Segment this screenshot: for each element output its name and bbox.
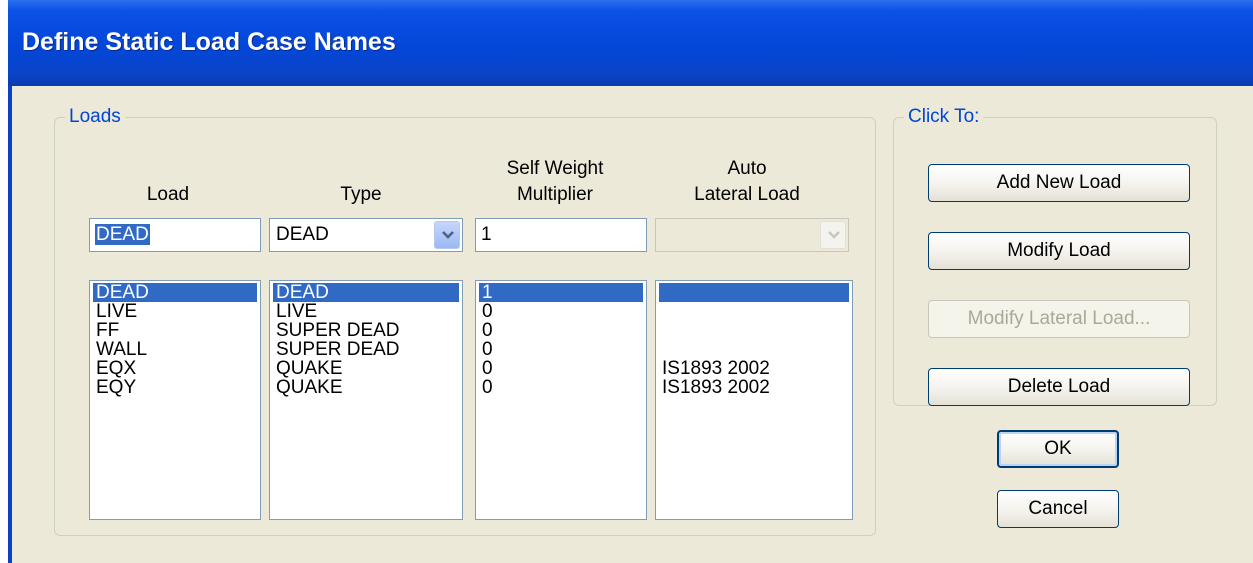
dialog-window: Define Static Load Case Names Loads Load… bbox=[8, 0, 1253, 563]
load-list-item[interactable]: FF bbox=[93, 321, 257, 340]
auto-lateral-list[interactable]: IS1893 2002 IS1893 2002 bbox=[655, 280, 853, 520]
chevron-down-icon bbox=[820, 221, 846, 249]
auto-lateral-load-combo bbox=[655, 218, 849, 252]
type-list-item[interactable]: SUPER DEAD bbox=[273, 340, 459, 359]
column-header-load: Load bbox=[146, 184, 190, 205]
load-list[interactable]: DEAD LIVE FF WALL EQX EQY bbox=[89, 280, 261, 520]
dialog-body: Loads Load Type Self Weight Multiplier A… bbox=[12, 86, 1253, 563]
type-list-item[interactable]: DEAD bbox=[273, 283, 459, 302]
chevron-down-icon[interactable] bbox=[434, 221, 460, 249]
auto-lateral-list-item[interactable]: IS1893 2002 bbox=[659, 378, 849, 397]
load-list-item[interactable]: DEAD bbox=[93, 283, 257, 302]
type-list-item[interactable]: LIVE bbox=[273, 302, 459, 321]
auto-lateral-list-item[interactable] bbox=[659, 321, 849, 340]
multiplier-list-item[interactable]: 0 bbox=[479, 340, 643, 359]
multiplier-list-item[interactable]: 0 bbox=[479, 321, 643, 340]
auto-lateral-list-item[interactable] bbox=[659, 283, 849, 302]
click-to-group-legend: Click To: bbox=[908, 106, 980, 127]
add-new-load-button[interactable]: Add New Load bbox=[928, 164, 1190, 202]
multiplier-list-item[interactable]: 0 bbox=[479, 378, 643, 397]
load-list-item[interactable]: WALL bbox=[93, 340, 257, 359]
load-name-input[interactable]: DEAD bbox=[89, 218, 261, 252]
loads-group-legend: Loads bbox=[69, 106, 121, 127]
auto-lateral-list-item[interactable] bbox=[659, 340, 849, 359]
self-weight-multiplier-value: 1 bbox=[481, 224, 492, 245]
multiplier-list-item[interactable]: 0 bbox=[479, 302, 643, 321]
ok-button[interactable]: OK bbox=[997, 430, 1119, 468]
load-type-value: DEAD bbox=[276, 224, 329, 245]
title-bar[interactable]: Define Static Load Case Names bbox=[8, 0, 1253, 86]
click-to-group: Click To: Add New Load Modify Load Modif… bbox=[893, 106, 1217, 406]
self-weight-multiplier-input[interactable]: 1 bbox=[475, 218, 647, 252]
type-list-item[interactable]: QUAKE bbox=[273, 378, 459, 397]
multiplier-list[interactable]: 100000 bbox=[475, 280, 647, 520]
column-header-type: Type bbox=[340, 184, 382, 205]
auto-lateral-list-item[interactable] bbox=[659, 302, 849, 321]
dialog-title: Define Static Load Case Names bbox=[22, 28, 396, 56]
type-list[interactable]: DEAD LIVE SUPER DEAD SUPER DEAD QUAKE QUAKE bbox=[269, 280, 463, 520]
load-list-item[interactable]: EQY bbox=[93, 378, 257, 397]
type-list-item[interactable]: SUPER DEAD bbox=[273, 321, 459, 340]
load-list-item[interactable]: EQX bbox=[93, 359, 257, 378]
load-name-value: DEAD bbox=[95, 224, 150, 245]
modify-load-button[interactable]: Modify Load bbox=[928, 232, 1190, 270]
column-header-self-weight-multiplier: Self Weight Multiplier bbox=[506, 158, 604, 205]
load-type-combo[interactable]: DEAD bbox=[269, 218, 463, 252]
column-header-auto-lateral-load: Auto Lateral Load bbox=[694, 158, 800, 205]
multiplier-list-item[interactable]: 1 bbox=[479, 283, 643, 302]
delete-load-button[interactable]: Delete Load bbox=[928, 368, 1190, 406]
loads-group: Loads Load Type Self Weight Multiplier A… bbox=[54, 106, 876, 536]
load-list-item[interactable]: LIVE bbox=[93, 302, 257, 321]
auto-lateral-list-item[interactable]: IS1893 2002 bbox=[659, 359, 849, 378]
cancel-button[interactable]: Cancel bbox=[997, 490, 1119, 528]
multiplier-list-item[interactable]: 0 bbox=[479, 359, 643, 378]
type-list-item[interactable]: QUAKE bbox=[273, 359, 459, 378]
modify-lateral-load-button: Modify Lateral Load... bbox=[928, 300, 1190, 338]
